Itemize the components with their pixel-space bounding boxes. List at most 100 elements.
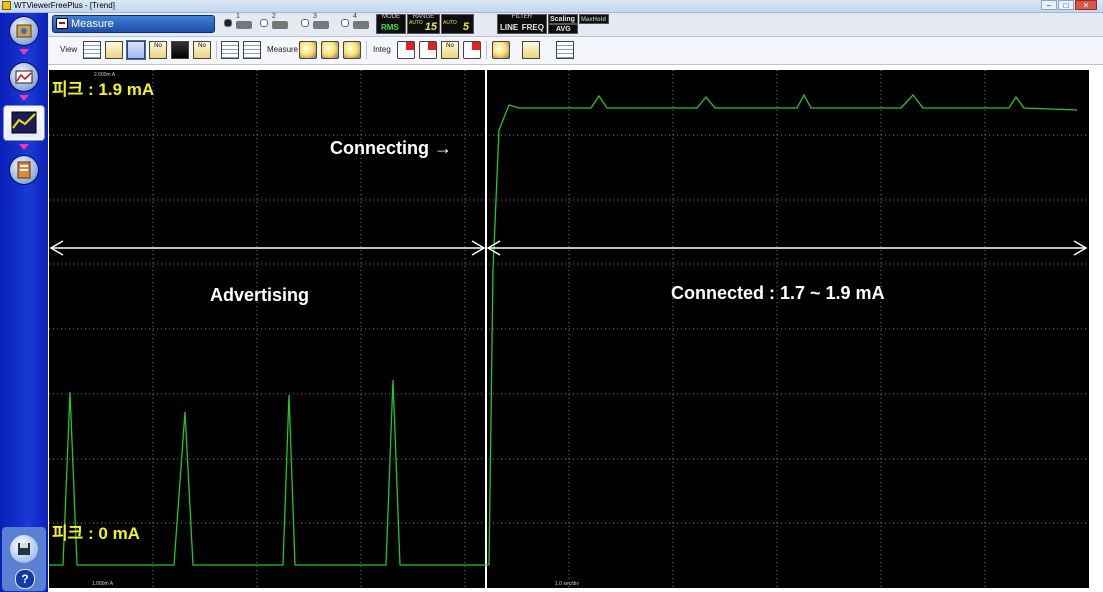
avg-label: AVG [556, 26, 571, 33]
nav-data-file[interactable] [10, 156, 38, 184]
nav-numeric[interactable] [10, 63, 38, 91]
element-plug-icon [272, 21, 288, 29]
connecting-annotation: Connecting → [330, 138, 452, 158]
element-number: 3 [313, 13, 317, 20]
maximize-button[interactable]: □ [1058, 0, 1074, 10]
split-horizontal-icon[interactable] [221, 41, 239, 59]
mode-display[interactable]: MODE RMS [376, 14, 406, 34]
radio-dot [224, 18, 232, 27]
save-button[interactable] [10, 535, 38, 563]
measure-label: Measure [267, 45, 299, 54]
close-button[interactable]: ✕ [1075, 0, 1097, 10]
element-number: 4 [353, 13, 357, 20]
settings-icon[interactable] [492, 41, 510, 59]
minimize-button[interactable]: – [1041, 0, 1057, 10]
nav-arrow [19, 144, 29, 150]
integ-label: Integ [373, 45, 391, 54]
trend-display-icon[interactable] [126, 40, 146, 60]
integ-start-icon[interactable] [397, 41, 415, 59]
range-voltage-display[interactable]: RANGE AUTO 15 [407, 14, 440, 34]
trend-plot[interactable]: 2.000m A 1.000m A 1.0 sec/div 피크 : 1.9 m… [49, 70, 1089, 588]
sidebar-bottom-panel: ? [2, 527, 46, 591]
scaling-toggle[interactable]: Scaling [548, 14, 578, 24]
trend-plot-canvas [49, 70, 1089, 588]
range-v-auto: AUTO [409, 20, 423, 26]
split-vertical-icon[interactable] [243, 41, 261, 59]
measure-start-icon[interactable] [299, 41, 317, 59]
numeric-view-icon [15, 70, 33, 84]
trend-view-icon [11, 111, 37, 134]
mode-caption: MODE [382, 14, 400, 20]
measure-dropdown[interactable]: Measure [52, 15, 215, 33]
advertising-annotation: Advertising [210, 285, 310, 305]
grid-view-icon[interactable] [83, 41, 101, 59]
filter-caption: FILTER [511, 14, 533, 20]
sidebar: ? [0, 13, 48, 592]
view-toolbar: View No No Measure Integ No [48, 37, 1103, 65]
measure-toolbar: Measure 1 2 3 4 MODE RMS RANGE AUTO 15 A… [48, 13, 1103, 37]
integ-mode-icon[interactable] [463, 41, 481, 59]
toolbar-separator [486, 41, 487, 59]
measure-single-icon[interactable] [343, 41, 361, 59]
element-2-radio[interactable]: 2 [260, 13, 288, 29]
range-a-auto: AUTO [443, 20, 457, 26]
nav-arrow [19, 49, 29, 55]
waveform-icon[interactable] [171, 41, 189, 59]
icon-text: No [446, 43, 454, 49]
icon-text: No [198, 43, 206, 49]
maxhold-label: MaxHold [581, 17, 607, 23]
toolbar-separator [366, 41, 367, 59]
save-data-icon[interactable] [522, 41, 540, 59]
element-1-radio[interactable]: 1 [224, 13, 252, 29]
help-button[interactable]: ? [15, 569, 35, 589]
floppy-disk-icon [18, 543, 30, 555]
toolbar-separator [216, 41, 217, 59]
y-scale-label: 1.000m A [92, 581, 114, 587]
element-plug-icon [236, 21, 252, 29]
element-number: 1 [236, 13, 240, 20]
view-label: View [60, 45, 78, 54]
nav-arrow [19, 95, 29, 101]
data-file-icon [17, 161, 31, 179]
avg-toggle[interactable]: AVG [548, 24, 578, 34]
radio-dot [341, 18, 349, 27]
range-a-value: 5 [462, 21, 469, 33]
no-display-icon-2[interactable]: No [193, 41, 211, 59]
no-display-icon-1[interactable]: No [149, 41, 167, 59]
x-scale-label: 1.0 sec/div [555, 581, 579, 587]
radio-dot [260, 18, 268, 27]
nav-instrument-settings[interactable] [10, 17, 38, 45]
connected-annotation: Connected : 1.7 ~ 1.9 mA [671, 283, 885, 303]
numeric-display-icon[interactable] [105, 41, 123, 59]
title-bar: WTViewerFreePlus - [Trend] – □ ✕ [0, 0, 1103, 13]
instrument-settings-icon [16, 24, 32, 38]
element-plug-icon [313, 21, 329, 29]
maxhold-toggle[interactable]: MaxHold [579, 14, 609, 24]
connected-current-trace [488, 93, 1078, 566]
mode-value: RMS [381, 23, 399, 32]
integ-reset-icon[interactable]: No [441, 41, 459, 59]
radio-dot [301, 18, 309, 27]
element-number: 2 [272, 13, 276, 20]
report-icon[interactable] [556, 41, 574, 59]
filter-display[interactable]: FILTER LINE FREQ [497, 14, 547, 34]
element-4-radio[interactable]: 4 [341, 13, 369, 29]
measure-icon [56, 18, 68, 29]
filter-line: LINE [500, 23, 519, 32]
window-title: WTViewerFreePlus - [Trend] [14, 1, 115, 10]
scaling-label: Scaling [550, 16, 575, 23]
nav-trend[interactable] [4, 106, 44, 140]
app-icon [2, 1, 11, 10]
element-plug-icon [353, 21, 369, 29]
range-current-display[interactable]: AUTO 5 [441, 14, 474, 34]
element-3-radio[interactable]: 3 [301, 13, 329, 29]
icon-text: No [154, 43, 162, 49]
integ-stop-icon[interactable] [419, 41, 437, 59]
peak-top-annotation: 피크 : 1.9 mA [52, 80, 155, 99]
measure-hold-icon[interactable] [321, 41, 339, 59]
filter-freq: FREQ [521, 23, 544, 32]
peak-bottom-annotation: 피크 : 0 mA [52, 524, 140, 543]
range-v-value: 15 [424, 21, 437, 33]
measure-dropdown-label: Measure [71, 18, 114, 30]
window-controls: – □ ✕ [1041, 0, 1097, 10]
